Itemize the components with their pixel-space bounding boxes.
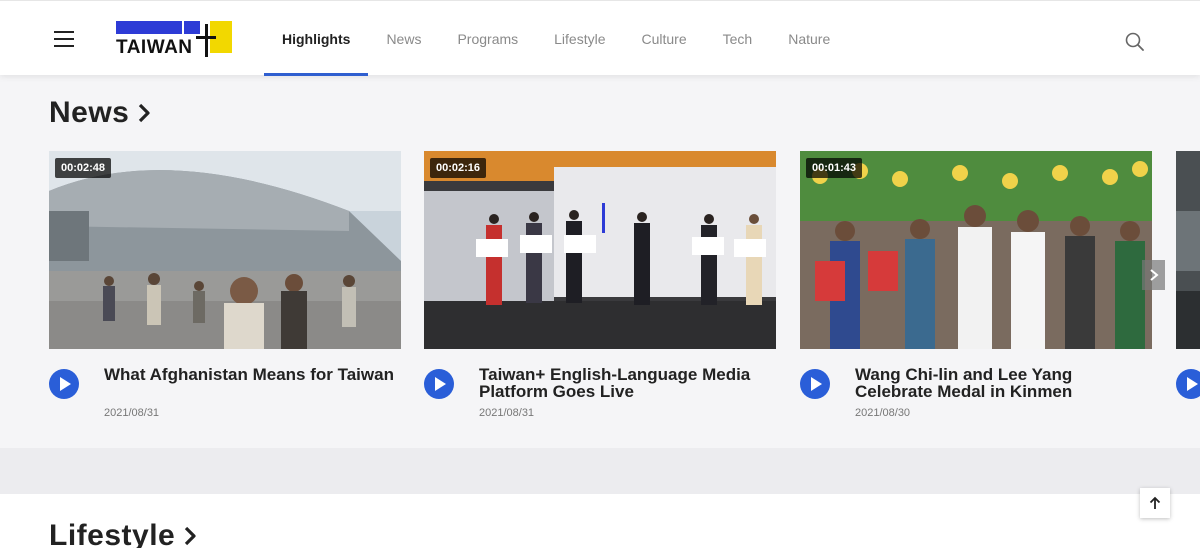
video-duration: 00:02:16: [430, 158, 487, 178]
nav-tab-nature[interactable]: Nature: [770, 1, 848, 76]
logo-plus: [196, 36, 216, 39]
chevron-right-icon: [1149, 269, 1159, 281]
section-divider: [0, 448, 1200, 494]
chevron-right-icon: [185, 526, 196, 546]
video-thumbnail[interactable]: 00:02:48: [49, 151, 401, 349]
arrow-up-icon: [1149, 496, 1161, 509]
menu-line: [54, 31, 74, 33]
video-duration: 00:02:48: [55, 158, 112, 178]
video-title[interactable]: What Afghanistan Means for Taiwan: [104, 366, 394, 383]
nav-tab-culture[interactable]: Culture: [624, 1, 705, 76]
logo-blue-bar: [184, 21, 200, 34]
play-icon[interactable]: [800, 369, 830, 399]
card-info: What Afghanistan Means for Taiwan 2021/0…: [49, 349, 401, 429]
site-header: TAIWAN Highlights News Programs Lifestyl…: [0, 0, 1200, 76]
video-card[interactable]: [1176, 151, 1200, 429]
logo-plus: [205, 24, 208, 57]
video-thumbnail[interactable]: [1176, 151, 1200, 349]
back-to-top-button[interactable]: [1140, 488, 1170, 518]
menu-line: [54, 38, 74, 40]
card-info: Taiwan+ English-Language Media Platform …: [424, 349, 776, 429]
chevron-right-icon: [139, 103, 150, 123]
news-section-heading[interactable]: News: [49, 96, 151, 130]
nav-tab-news[interactable]: News: [368, 1, 439, 76]
logo-blue-bar: [116, 21, 182, 34]
lifestyle-section-heading[interactable]: Lifestyle: [49, 519, 197, 548]
hamburger-menu-button[interactable]: [54, 29, 76, 47]
nav-tab-highlights[interactable]: Highlights: [264, 1, 369, 76]
video-title[interactable]: Wang Chi-lin and Lee Yang Celebrate Meda…: [855, 366, 1145, 400]
video-date: 2021/08/31: [104, 407, 160, 419]
video-card[interactable]: 00:01:43 Wang Chi-lin and Lee Yang Celeb…: [800, 151, 1152, 429]
carousel-next-button[interactable]: [1142, 260, 1165, 290]
card-info: [1176, 349, 1200, 429]
main-nav: Highlights News Programs Lifestyle Cultu…: [264, 1, 848, 76]
video-thumbnail[interactable]: 00:02:16: [424, 151, 776, 349]
video-date: 2021/08/31: [479, 407, 535, 419]
video-duration: 00:01:43: [806, 158, 863, 178]
nav-tab-programs[interactable]: Programs: [439, 1, 536, 76]
video-card[interactable]: 00:02:48 What Afghanistan Means for Taiw…: [49, 151, 401, 429]
section-title: Lifestyle: [49, 519, 176, 548]
play-icon[interactable]: [1176, 369, 1200, 399]
nav-tab-tech[interactable]: Tech: [705, 1, 771, 76]
play-icon[interactable]: [424, 369, 454, 399]
taiwan-plus-logo[interactable]: TAIWAN: [116, 19, 234, 59]
play-icon[interactable]: [49, 369, 79, 399]
menu-line: [54, 45, 74, 47]
video-title[interactable]: Taiwan+ English-Language Media Platform …: [479, 366, 769, 400]
search-icon[interactable]: [1124, 31, 1146, 53]
section-title: News: [49, 96, 130, 129]
video-date: 2021/08/30: [855, 407, 911, 419]
logo-word: TAIWAN: [116, 37, 193, 58]
video-thumbnail[interactable]: 00:01:43: [800, 151, 1152, 349]
nav-tab-lifestyle[interactable]: Lifestyle: [536, 1, 623, 76]
video-card[interactable]: 00:02:16 Taiwan+ English-Language Media …: [424, 151, 776, 429]
card-info: Wang Chi-lin and Lee Yang Celebrate Meda…: [800, 349, 1152, 429]
